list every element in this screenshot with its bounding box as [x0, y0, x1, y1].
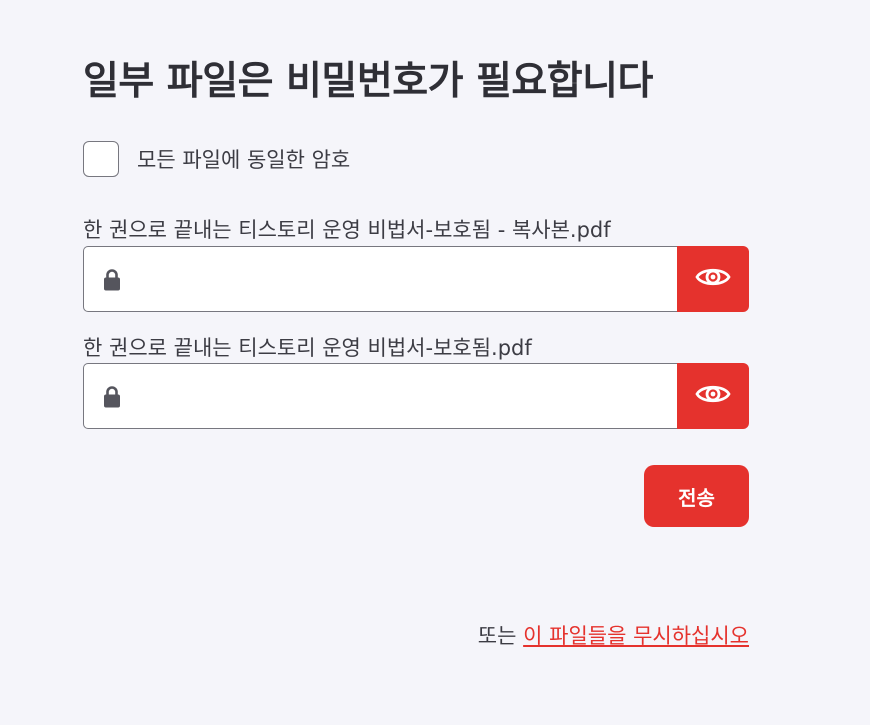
password-row — [83, 363, 749, 429]
password-dialog: 일부 파일은 비밀번호가 필요합니다 모든 파일에 동일한 암호 한 권으로 끝… — [0, 0, 870, 725]
ignore-files-link[interactable]: 이 파일들을 무시하십시오 — [523, 624, 749, 648]
password-input[interactable] — [125, 364, 677, 428]
page-title: 일부 파일은 비밀번호가 필요합니다 — [83, 59, 653, 104]
show-password-button[interactable] — [677, 363, 749, 429]
ignore-files-text: 또는 이 파일들을 무시하십시오 — [478, 620, 749, 650]
password-input[interactable] — [125, 247, 677, 311]
file-name-label: 한 권으로 끝내는 티스토리 운영 비법서-보호됨.pdf — [83, 336, 532, 360]
eye-icon — [695, 265, 731, 293]
show-password-button[interactable] — [677, 246, 749, 312]
lock-icon — [103, 268, 125, 291]
same-password-option[interactable]: 모든 파일에 동일한 암호 — [83, 141, 350, 177]
lock-icon — [103, 385, 125, 408]
file-name-label: 한 권으로 끝내는 티스토리 운영 비법서-보호됨 - 복사본.pdf — [83, 218, 611, 242]
password-field-wrapper — [83, 246, 677, 312]
ignore-prefix: 또는 — [477, 624, 524, 648]
submit-button[interactable]: 전송 — [644, 465, 749, 527]
same-password-label: 모든 파일에 동일한 암호 — [137, 148, 351, 172]
password-row — [83, 246, 749, 312]
eye-icon — [695, 382, 731, 410]
password-field-wrapper — [83, 363, 677, 429]
same-password-checkbox[interactable] — [83, 141, 119, 177]
